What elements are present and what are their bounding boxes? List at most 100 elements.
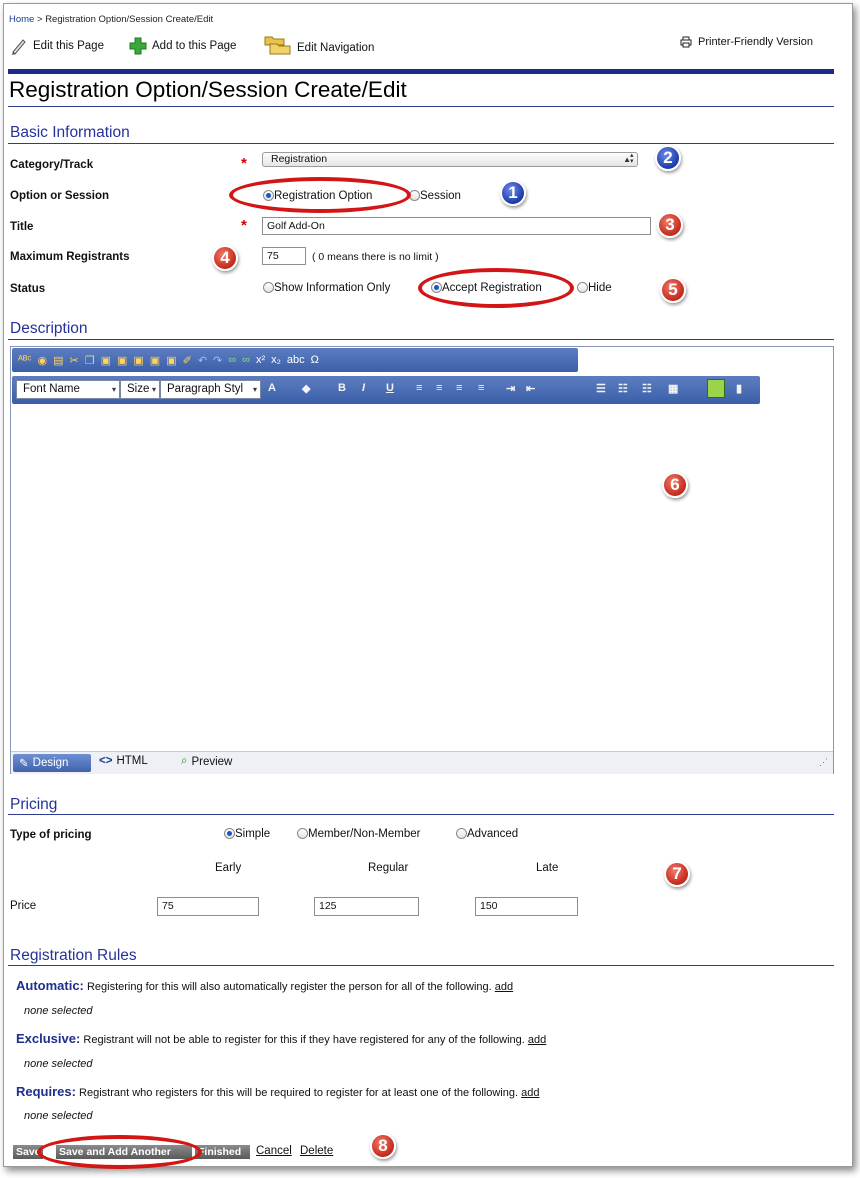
paragraph-icon[interactable]: ☰ — [596, 382, 606, 395]
cancel-link[interactable]: Cancel — [256, 1145, 292, 1157]
align-left-icon[interactable]: ≡ — [416, 382, 422, 394]
media-icon[interactable]: ▮ — [736, 382, 742, 395]
dropdown-arrow-icon: ▾ — [111, 385, 116, 394]
radio-unselected-icon — [456, 828, 467, 839]
status-hide-radio[interactable]: Hide — [577, 282, 612, 294]
price-early-input[interactable]: 75 — [157, 897, 259, 916]
italic-icon[interactable]: I — [362, 382, 365, 394]
rule-automatic-add-link[interactable]: add — [495, 981, 513, 993]
add-page-button[interactable]: Add to this Page — [129, 37, 236, 55]
rule-requires-add-link[interactable]: add — [521, 1087, 539, 1099]
breadcrumb-home-link[interactable]: Home — [9, 14, 34, 25]
highlight-icon[interactable]: ◆ — [302, 382, 310, 395]
edit-navigation-button[interactable]: Edit Navigation — [264, 33, 374, 55]
superscript-icon[interactable]: x² — [256, 354, 265, 366]
description-divider — [8, 339, 834, 340]
subscript-icon[interactable]: x₂ — [271, 354, 281, 366]
edit-page-button[interactable]: Edit this Page — [10, 37, 104, 55]
pricing-advanced-radio[interactable]: Advanced — [456, 828, 518, 840]
redo-icon[interactable]: ↷ — [213, 354, 222, 367]
paste-icon[interactable]: ▣ — [101, 354, 111, 367]
status-hide-label: Hide — [588, 282, 612, 294]
price-label: Price — [10, 900, 37, 912]
undo-icon[interactable]: ↶ — [198, 354, 207, 367]
rule-exclusive-add-link[interactable]: add — [528, 1034, 546, 1046]
dropdown-arrow-icon: ▾ — [151, 385, 156, 394]
basic-information-heading: Basic Information — [10, 124, 130, 141]
description-heading: Description — [10, 320, 88, 337]
printer-icon — [680, 36, 692, 48]
rule-automatic-text: Registering for this will also automatic… — [86, 981, 492, 993]
editor-mode-bar: ✎ Design <> HTML ⌕ Preview ⋰ — [11, 751, 833, 774]
title-input[interactable]: Golf Add-On — [262, 217, 651, 235]
badge-8: 8 — [370, 1133, 396, 1159]
pencil-icon — [12, 39, 26, 55]
option-session-radio[interactable]: Session — [409, 190, 461, 202]
outdent-icon[interactable]: ⇤ — [526, 382, 535, 395]
paste-text-icon[interactable]: ▣ — [117, 354, 127, 367]
category-select[interactable]: Registration ▲ — [262, 152, 638, 167]
paragraph-style-text: Paragraph Styl — [167, 383, 244, 395]
title-bar-rule — [8, 69, 834, 74]
registration-rules-heading: Registration Rules — [10, 947, 137, 964]
html-tab[interactable]: <> HTML — [99, 755, 148, 767]
title-required-mark: * — [241, 217, 247, 234]
category-select-chevrons-icon: ▴ ▾ — [630, 152, 634, 165]
rich-text-editor[interactable] — [10, 346, 834, 774]
font-name-dropdown[interactable]: Font Name ▾ — [16, 380, 120, 399]
copy-icon[interactable]: ❐ — [85, 354, 95, 367]
price-late-input[interactable]: 150 — [475, 897, 578, 916]
size-dropdown[interactable]: Size ▾ — [120, 380, 160, 399]
delete-link[interactable]: Delete — [300, 1145, 333, 1157]
save-finished-button[interactable]: Finished — [195, 1145, 250, 1159]
preview-tab-label: Preview — [191, 755, 233, 768]
cut-icon[interactable]: ✂ — [69, 354, 78, 367]
pricing-simple-radio[interactable]: Simple — [224, 828, 270, 840]
paste-plain-icon[interactable]: ▣ — [166, 354, 176, 367]
find-icon[interactable]: ◉ — [37, 354, 47, 367]
format-painter-icon[interactable]: ✐ — [183, 354, 192, 367]
rule-requires-title: Requires: — [16, 1084, 76, 1099]
edit-page-label: Edit this Page — [33, 40, 104, 52]
price-regular-input[interactable]: 125 — [314, 897, 419, 916]
design-tab[interactable]: ✎ Design — [13, 754, 91, 772]
bold-icon[interactable]: B — [338, 382, 346, 394]
status-label: Status — [10, 283, 46, 295]
price-col-early: Early — [215, 862, 242, 874]
dropdown-arrow-icon: ▾ — [252, 385, 257, 394]
pricing-member-radio[interactable]: Member/Non-Member — [297, 828, 420, 840]
paragraph-style-dropdown[interactable]: Paragraph Styl ▾ — [160, 380, 261, 399]
bulleted-list-icon[interactable]: ☷ — [642, 382, 652, 395]
max-registrants-input[interactable]: 75 — [262, 247, 306, 265]
link-icon[interactable]: ∞ — [228, 354, 236, 366]
font-color-icon[interactable]: A — [268, 382, 276, 394]
radio-unselected-icon — [577, 282, 588, 293]
underline-icon[interactable]: U — [386, 382, 394, 394]
align-right-icon[interactable]: ≡ — [456, 382, 462, 394]
table-icon[interactable]: ▦ — [668, 382, 678, 395]
strikethrough-icon[interactable]: abc — [287, 354, 305, 366]
editor-toolbar-row-1: ᴬᴮᶜ ◉ ▤ ✂ ❐ ▣ ▣ ▣ ▣ ▣ ✐ ↶ ↷ ∞ ∞ x² x₂ ab… — [12, 348, 578, 372]
spellcheck-icon[interactable]: ᴬᴮᶜ — [18, 354, 31, 366]
preview-tab[interactable]: ⌕ Preview — [181, 755, 232, 768]
category-label: Category/Track — [10, 159, 94, 171]
pricing-heading: Pricing — [10, 796, 58, 813]
printer-friendly-link[interactable]: Printer-Friendly Version — [680, 36, 813, 48]
image-manager-icon[interactable] — [707, 379, 725, 398]
unlink-icon[interactable]: ∞ — [242, 354, 250, 366]
special-character-icon[interactable]: Ω — [311, 354, 319, 366]
paste-html-icon[interactable]: ▣ — [150, 354, 160, 367]
breadcrumb: Home > Registration Option/Session Creat… — [9, 14, 213, 25]
breadcrumb-separator: > — [36, 14, 43, 25]
rule-automatic-none: none selected — [24, 1005, 93, 1017]
printer-friendly-label: Printer-Friendly Version — [698, 36, 813, 48]
registration-rules-divider — [8, 965, 834, 966]
numbered-list-icon[interactable]: ☷ — [618, 382, 628, 395]
paste-word-icon[interactable]: ▣ — [133, 354, 143, 367]
align-center-icon[interactable]: ≡ — [436, 382, 442, 394]
resize-grip-icon[interactable]: ⋰ — [819, 757, 828, 768]
print-icon[interactable]: ▤ — [53, 354, 63, 367]
status-info-radio[interactable]: Show Information Only — [263, 282, 390, 294]
justify-icon[interactable]: ≡ — [478, 382, 484, 394]
indent-icon[interactable]: ⇥ — [506, 382, 515, 395]
